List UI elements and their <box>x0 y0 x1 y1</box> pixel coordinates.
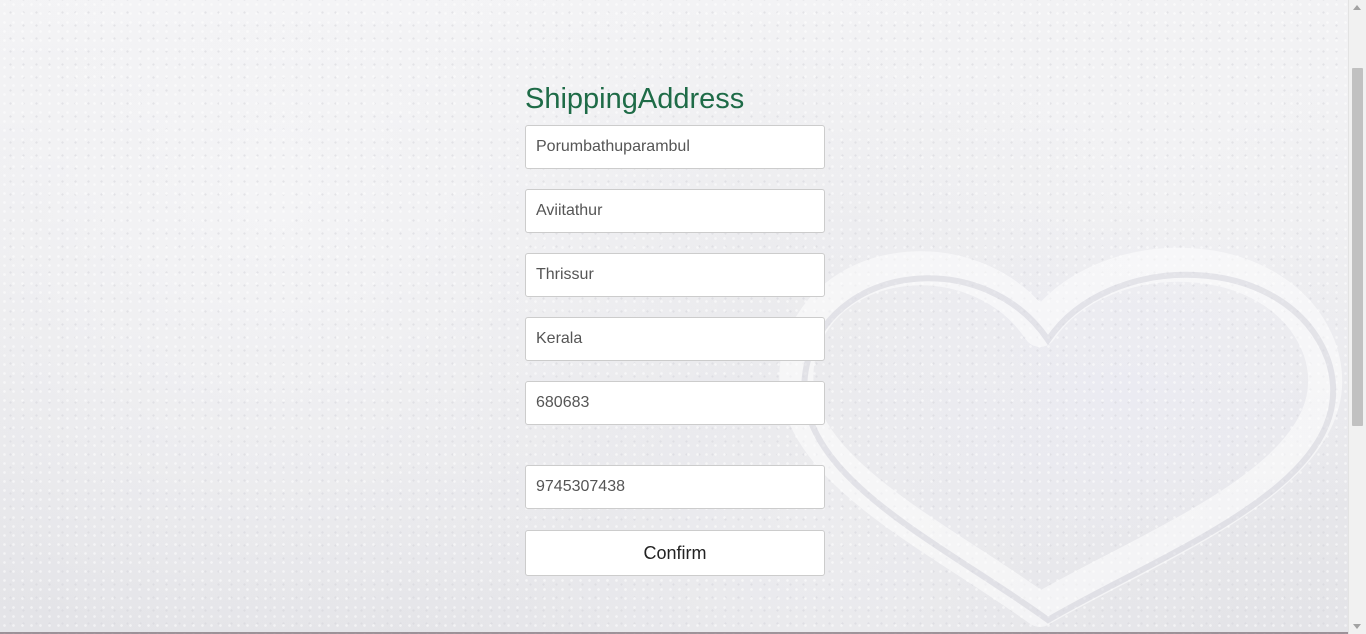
city-input[interactable] <box>525 253 825 297</box>
scroll-up-arrow-icon[interactable] <box>1353 5 1361 10</box>
confirm-button[interactable]: Confirm <box>525 530 825 576</box>
scrollbar-thumb[interactable] <box>1352 68 1363 426</box>
page-title: ShippingAddress <box>525 83 745 115</box>
pincode-input[interactable] <box>525 381 825 425</box>
page-background: ShippingAddress Confirm <box>0 0 1366 634</box>
address-line1-input[interactable] <box>525 125 825 169</box>
shipping-form: ShippingAddress Confirm <box>525 80 825 576</box>
address-line2-input[interactable] <box>525 189 825 233</box>
state-input[interactable] <box>525 317 825 361</box>
scroll-down-arrow-icon[interactable] <box>1353 624 1361 629</box>
vertical-scrollbar[interactable] <box>1348 0 1366 634</box>
phone-input[interactable] <box>525 465 825 509</box>
